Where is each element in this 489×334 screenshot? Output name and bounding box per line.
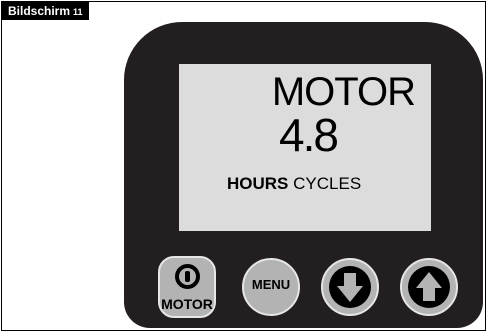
motor-button[interactable]: MOTOR	[158, 256, 216, 318]
down-button[interactable]	[321, 258, 379, 316]
screen-tag: Bildschirm 11	[2, 2, 89, 20]
menu-button-label: MENU	[251, 277, 291, 292]
motor-button-label: MOTOR	[161, 296, 213, 312]
screen-tag-label: Bildschirm	[8, 4, 71, 18]
lcd-display: MOTOR 4.8 HOURS CYCLES	[179, 64, 431, 231]
unit-hours: HOURS	[227, 174, 289, 193]
menu-button[interactable]: MENU	[242, 258, 300, 316]
arrow-up-icon	[408, 266, 450, 308]
display-mode: MOTOR	[271, 70, 416, 114]
control-panel: MOTOR 4.8 HOURS CYCLES MOTOR MENU	[124, 22, 483, 328]
display-units: HOURS CYCLES	[227, 174, 361, 194]
up-button[interactable]	[400, 258, 458, 316]
arrow-down-icon	[329, 266, 371, 308]
screen-tag-number: 11	[73, 7, 83, 17]
display-value: 4.8	[279, 109, 339, 161]
unit-cycles: CYCLES	[293, 174, 362, 193]
power-icon	[175, 264, 200, 289]
